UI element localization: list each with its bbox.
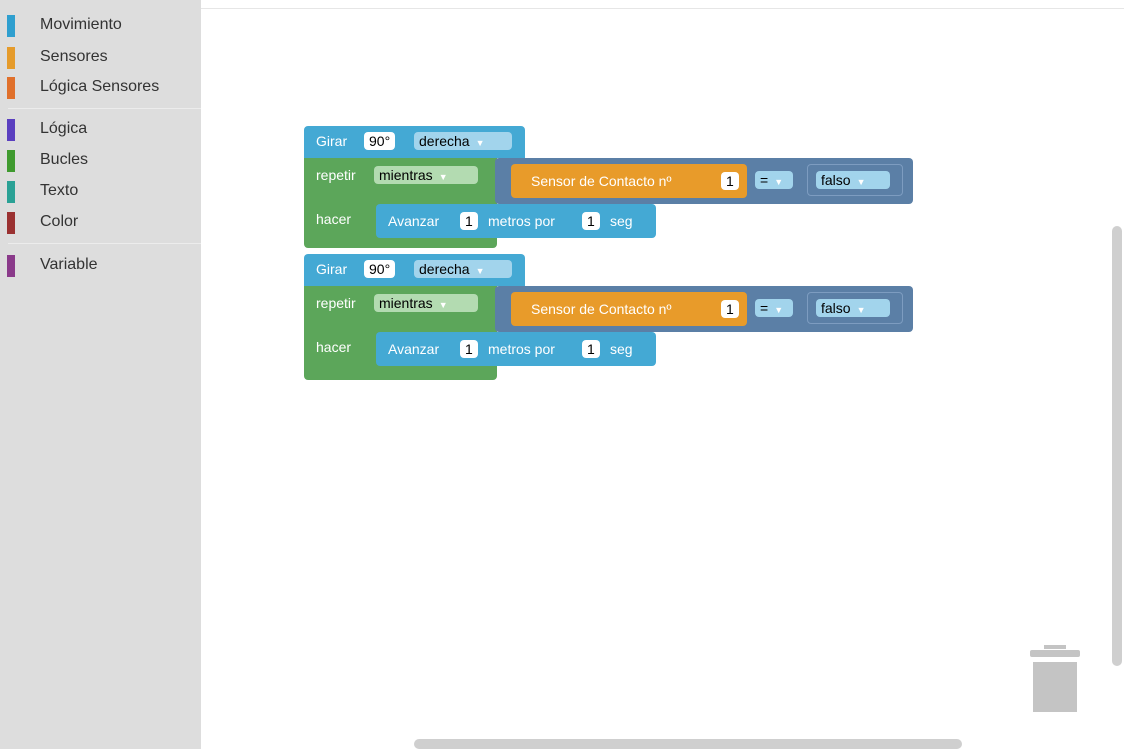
category-logica-sensores[interactable]: Lógica Sensores (0, 74, 201, 102)
operator-value: = (760, 172, 769, 188)
category-label: Sensores (40, 48, 108, 65)
move-block[interactable]: Avanzar 1 metros por 1 seg (376, 332, 656, 366)
category-color-swatch (7, 150, 15, 172)
boolean-dropdown[interactable]: falso ▼ (816, 299, 890, 317)
category-texto[interactable]: Texto (0, 178, 201, 206)
time-field[interactable]: 1 (582, 212, 600, 230)
operator-dropdown[interactable]: = ▼ (755, 171, 793, 189)
contact-sensor-block[interactable]: Sensor de Contacto nº 1 (511, 164, 747, 198)
turn-label: Girar (316, 133, 348, 149)
dropdown-arrow-icon: ▼ (856, 177, 866, 187)
category-label: Lógica Sensores (40, 78, 160, 95)
sensor-label: Sensor de Contacto nº (531, 173, 672, 189)
category-sensores[interactable]: Sensores (0, 44, 201, 72)
trash-icon (1030, 645, 1080, 712)
repeat-label: repetir (316, 167, 356, 183)
boolean-value: falso (821, 172, 851, 188)
distance-field[interactable]: 1 (460, 212, 478, 230)
turn-block[interactable]: Girar 90° derecha ▼ (304, 126, 525, 158)
boolean-value: falso (821, 300, 851, 316)
loop-mode-value: mientras (379, 295, 433, 311)
category-label: Color (40, 213, 79, 230)
dropdown-arrow-icon: ▼ (856, 305, 866, 315)
move-block[interactable]: Avanzar 1 metros por 1 seg (376, 204, 656, 238)
sensor-number-field[interactable]: 1 (721, 172, 739, 190)
boolean-block[interactable]: falso ▼ (807, 164, 903, 196)
category-label: Lógica (40, 120, 88, 137)
contact-sensor-block[interactable]: Sensor de Contacto nº 1 (511, 292, 747, 326)
category-label: Movimiento (40, 16, 122, 33)
category-label: Texto (40, 182, 79, 199)
category-label: Variable (40, 256, 98, 273)
move-label: Avanzar (388, 341, 440, 357)
move-label: Avanzar (388, 213, 440, 229)
workspace-top-border (201, 8, 1124, 9)
dropdown-arrow-icon: ▼ (774, 305, 784, 315)
sensor-number-field[interactable]: 1 (721, 300, 739, 318)
toolbox-separator (8, 108, 201, 109)
loop-mode-value: mientras (379, 167, 433, 183)
repeat-label: repetir (316, 295, 356, 311)
trash-can[interactable] (1030, 645, 1080, 713)
boolean-block[interactable]: falso ▼ (807, 292, 903, 324)
compare-block[interactable]: = ▼ falso ▼ Sensor de Contacto nº 1 (495, 158, 913, 204)
dropdown-arrow-icon: ▼ (438, 300, 448, 310)
time-unit-label: seg (610, 213, 633, 229)
category-color-swatch (7, 212, 15, 234)
direction-value: derecha (419, 133, 470, 149)
horizontal-scrollbar[interactable] (414, 739, 962, 749)
do-label: hacer (316, 211, 352, 227)
boolean-dropdown[interactable]: falso ▼ (816, 171, 890, 189)
time-unit-label: seg (610, 341, 633, 357)
dropdown-arrow-icon: ▼ (774, 177, 784, 187)
dropdown-arrow-icon: ▼ (475, 138, 485, 148)
loop-mode-dropdown[interactable]: mientras ▼ (374, 166, 478, 184)
loop-mode-dropdown[interactable]: mientras ▼ (374, 294, 478, 312)
turn-block[interactable]: Girar 90° derecha ▼ (304, 254, 525, 286)
category-color-swatch (7, 181, 15, 203)
toolbox-separator (8, 243, 201, 244)
angle-field[interactable]: 90° (364, 260, 396, 278)
turn-label: Girar (316, 261, 348, 277)
unit-label: metros por (488, 213, 555, 229)
do-label: hacer (316, 339, 352, 355)
time-field[interactable]: 1 (582, 340, 600, 358)
category-color-swatch (7, 119, 15, 141)
unit-label: metros por (488, 341, 555, 357)
category-label: Bucles (40, 151, 89, 168)
category-color-swatch (7, 47, 15, 69)
operator-value: = (760, 300, 769, 316)
distance-field[interactable]: 1 (460, 340, 478, 358)
category-color-swatch (7, 255, 15, 277)
direction-dropdown[interactable]: derecha ▼ (414, 260, 512, 278)
compare-block[interactable]: = ▼ falso ▼ Sensor de Contacto nº 1 (495, 286, 913, 332)
category-color-swatch (7, 77, 15, 99)
category-variable[interactable]: Variable (0, 252, 201, 280)
category-color-swatch (7, 15, 15, 37)
category-logica[interactable]: Lógica (0, 116, 201, 144)
dropdown-arrow-icon: ▼ (475, 266, 485, 276)
direction-dropdown[interactable]: derecha ▼ (414, 132, 512, 150)
sensor-label: Sensor de Contacto nº (531, 301, 672, 317)
category-bucles[interactable]: Bucles (0, 147, 201, 175)
vertical-scrollbar[interactable] (1112, 226, 1122, 666)
dropdown-arrow-icon: ▼ (438, 172, 448, 182)
angle-field[interactable]: 90° (364, 132, 396, 150)
category-movimiento[interactable]: Movimiento (0, 12, 201, 40)
operator-dropdown[interactable]: = ▼ (755, 299, 793, 317)
direction-value: derecha (419, 261, 470, 277)
toolbox: Movimiento Sensores Lógica Sensores Lógi… (0, 0, 201, 749)
category-color[interactable]: Color (0, 209, 201, 237)
